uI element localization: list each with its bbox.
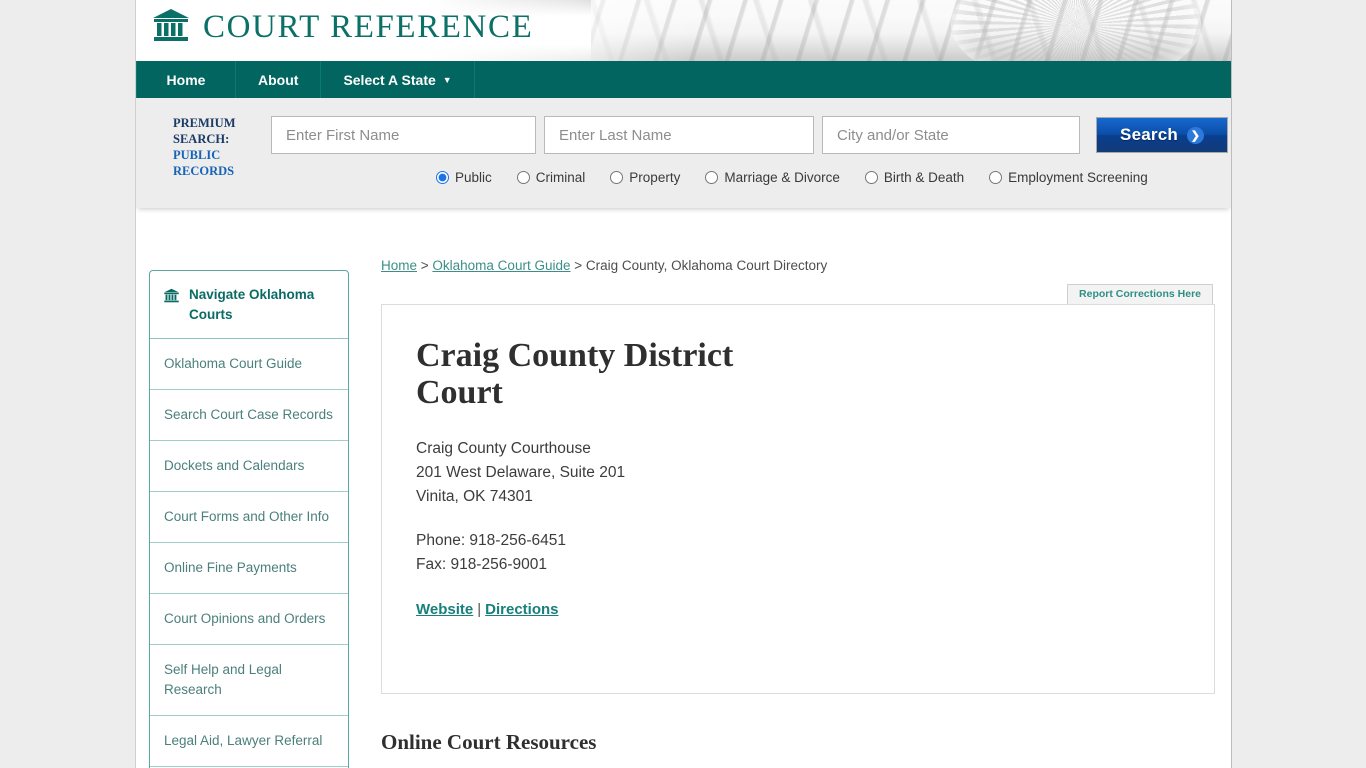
sidebar-item-court-forms-and-other-info[interactable]: Court Forms and Other Info: [150, 492, 348, 543]
sidebar-item-label: Oklahoma Court Guide: [164, 356, 303, 371]
search-button-label: Search: [1120, 125, 1178, 144]
breadcrumb: Home > Oklahoma Court Guide > Craig Coun…: [381, 258, 827, 273]
directions-link[interactable]: Directions: [485, 601, 558, 618]
sidebar-item-court-opinions-and-orders[interactable]: Court Opinions and Orders: [150, 594, 348, 645]
sidebar-item-oklahoma-court-guide[interactable]: Oklahoma Court Guide: [150, 339, 348, 390]
link-separator: |: [477, 601, 482, 618]
premium-label-line2: SEARCH:: [173, 132, 230, 146]
sidebar-item-label: Court Forms and Other Info: [164, 509, 330, 524]
sidebar-item-search-court-case-records[interactable]: Search Court Case Records: [150, 390, 348, 441]
page-container: COURT REFERENCE Home About Select A Stat…: [135, 0, 1232, 768]
address-line-2: 201 West Delaware, Suite 201: [416, 464, 626, 481]
radio-option-criminal[interactable]: Criminal: [516, 170, 586, 185]
breadcrumb-link-home[interactable]: Home: [381, 258, 417, 273]
premium-label-line1: PREMIUM: [173, 116, 236, 130]
radio-label-birth-death: Birth & Death: [883, 170, 965, 185]
nav-filler: [475, 61, 1231, 98]
contact-block: Phone: 918-256-6451 Fax: 918-256-9001: [416, 529, 1180, 577]
brand-name: COURT REFERENCE: [203, 9, 534, 45]
sidebar-item-legal-aid-lawyer-referral[interactable]: Legal Aid, Lawyer Referral: [150, 716, 348, 767]
sidebar-navigation: Navigate Oklahoma Courts Oklahoma Court …: [149, 270, 349, 768]
radio-label-property: Property: [629, 170, 681, 185]
address-line-3: Vinita, OK 74301: [416, 488, 533, 505]
radio-option-marriage-divorce[interactable]: Marriage & Divorce: [705, 170, 840, 185]
sidebar-item-dockets-and-calendars[interactable]: Dockets and Calendars: [150, 441, 348, 492]
last-name-input[interactable]: [544, 116, 814, 154]
main-column: Craig County District Court Craig County…: [381, 304, 1215, 768]
breadcrumb-separator-2: >: [570, 258, 586, 273]
search-button[interactable]: Search ❯: [1096, 117, 1228, 153]
radio-input-criminal[interactable]: [516, 171, 530, 184]
radio-input-employment-screening[interactable]: [989, 171, 1003, 184]
radio-input-marriage-divorce[interactable]: [705, 171, 719, 184]
courthouse-icon: [151, 7, 191, 48]
public-records-link-line1[interactable]: PUBLIC: [173, 147, 265, 163]
website-link[interactable]: Website: [416, 601, 473, 618]
report-corrections-label: Report Corrections Here: [1079, 288, 1201, 300]
nav-item-select-a-state[interactable]: Select A State ▼: [321, 61, 475, 98]
court-links: Website | Directions: [416, 601, 1180, 618]
page-title: Craig County District Court: [416, 337, 734, 411]
radio-option-employment-screening[interactable]: Employment Screening: [989, 170, 1148, 185]
sidebar-header-label: Navigate Oklahoma Courts: [189, 287, 315, 322]
chevron-down-icon: ▼: [442, 74, 452, 85]
breadcrumb-separator-1: >: [417, 258, 433, 273]
sidebar-item-label: Dockets and Calendars: [164, 458, 305, 473]
nav-item-select-a-state-label: Select A State: [343, 71, 436, 88]
sidebar-item-label: Legal Aid, Lawyer Referral: [164, 733, 323, 748]
site-logo[interactable]: COURT REFERENCE: [151, 7, 533, 48]
fax-number: Fax: 918-256-9001: [416, 556, 547, 573]
sidebar-item-online-fine-payments[interactable]: Online Fine Payments: [150, 543, 348, 594]
radio-label-criminal: Criminal: [535, 170, 586, 185]
premium-search-label: PREMIUM SEARCH: PUBLIC RECORDS: [173, 115, 265, 179]
phone-number: Phone: 918-256-6451: [416, 532, 566, 549]
radio-option-birth-death[interactable]: Birth & Death: [864, 170, 965, 185]
courthouse-icon: [163, 285, 180, 304]
sidebar-item-self-help-and-legal-research[interactable]: Self Help and Legal Research: [150, 645, 348, 716]
court-detail-card: Craig County District Court Craig County…: [381, 304, 1215, 694]
sidebar-item-label: Court Opinions and Orders: [164, 611, 326, 626]
first-name-input[interactable]: [271, 116, 536, 154]
address-line-1: Craig County Courthouse: [416, 440, 591, 457]
radio-option-property[interactable]: Property: [610, 170, 680, 185]
nav-item-home[interactable]: Home: [136, 61, 236, 98]
online-court-resources-heading: Online Court Resources: [381, 730, 597, 754]
radio-label-public: Public: [455, 170, 492, 185]
nav-item-about-label: About: [258, 71, 299, 88]
nav-item-home-label: Home: [166, 71, 206, 88]
sidebar-item-label: Search Court Case Records: [164, 407, 333, 422]
nav-item-about[interactable]: About: [236, 61, 322, 98]
radio-option-public[interactable]: Public: [436, 170, 492, 185]
sidebar-item-label: Online Fine Payments: [164, 560, 297, 575]
chevron-right-icon: ❯: [1186, 126, 1204, 144]
sidebar-header: Navigate Oklahoma Courts: [150, 271, 348, 339]
site-masthead: COURT REFERENCE: [136, 0, 1231, 61]
breadcrumb-link-oklahoma-court-guide[interactable]: Oklahoma Court Guide: [432, 258, 570, 273]
premium-search-fields: Search ❯: [271, 116, 1228, 154]
radio-input-birth-death[interactable]: [864, 171, 878, 184]
radio-input-property[interactable]: [610, 171, 624, 184]
premium-search-bar: PREMIUM SEARCH: PUBLIC RECORDS Search ❯ …: [136, 98, 1231, 208]
search-type-radio-group: Public Criminal Property Marriage & Divo…: [436, 170, 1148, 185]
main-navigation: Home About Select A State ▼: [136, 61, 1231, 98]
public-records-link-line2[interactable]: RECORDS: [173, 163, 265, 179]
radio-label-marriage-divorce: Marriage & Divorce: [724, 170, 840, 185]
radio-input-public[interactable]: [436, 171, 449, 184]
city-state-input[interactable]: [822, 116, 1080, 154]
breadcrumb-current: Craig County, Oklahoma Court Directory: [585, 258, 828, 273]
sidebar-item-label: Self Help and Legal Research: [164, 662, 282, 697]
radio-label-employment-screening: Employment Screening: [1008, 170, 1148, 185]
report-corrections-button[interactable]: Report Corrections Here: [1067, 284, 1213, 305]
